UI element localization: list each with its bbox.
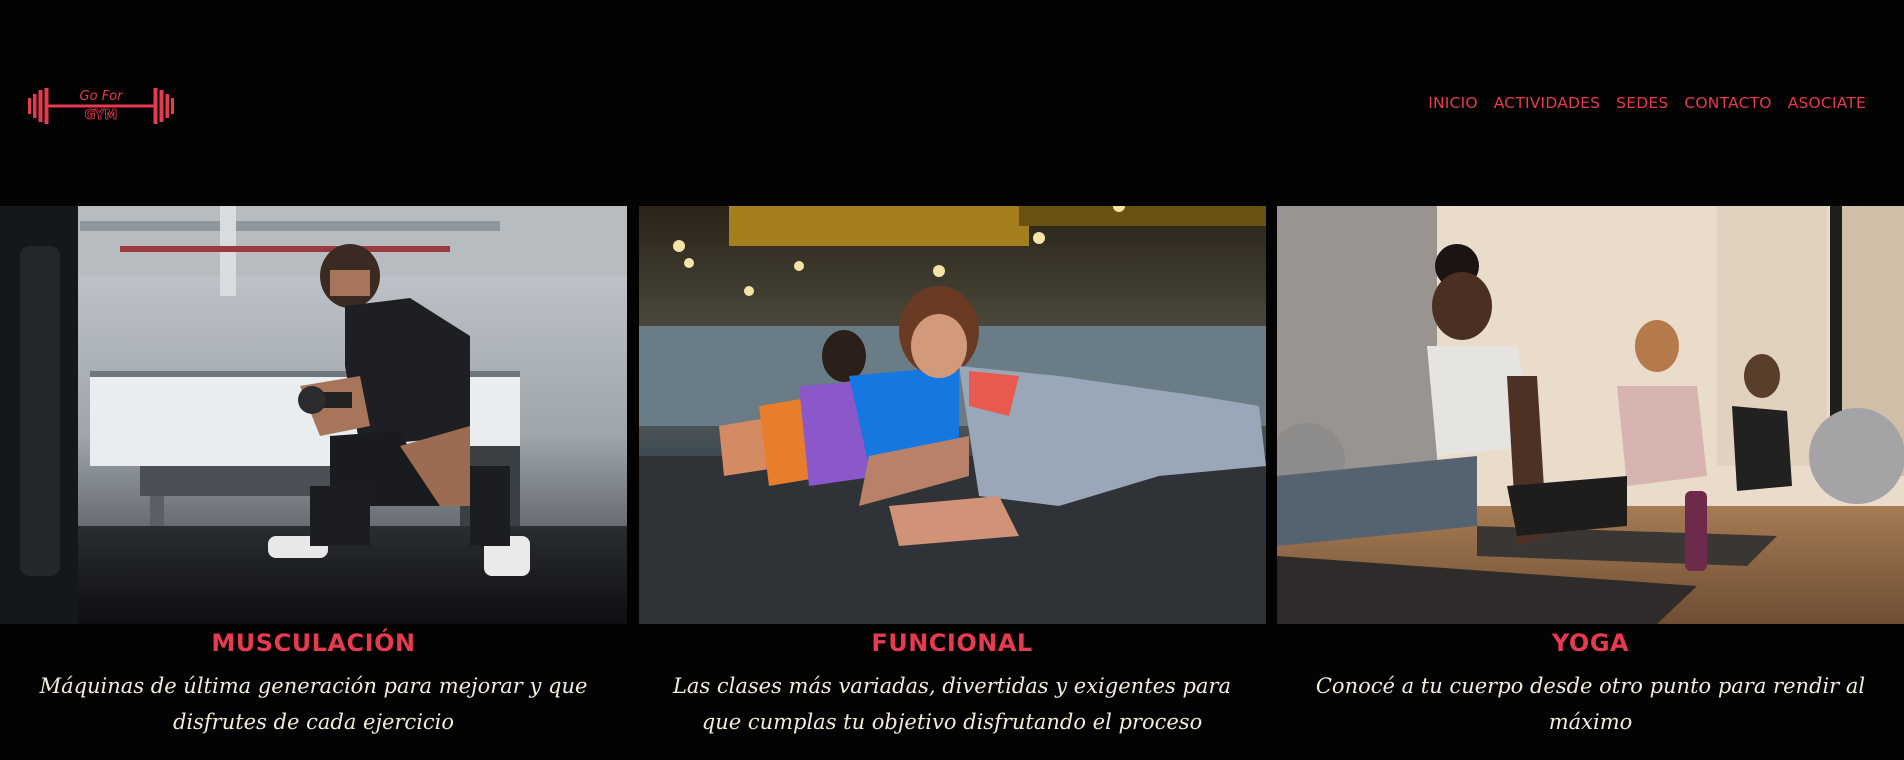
logo-text-line1: Go For (80, 89, 125, 104)
card-title: FUNCIONAL (871, 629, 1033, 657)
nav-item-asociate[interactable]: ASOCIATE (1788, 93, 1866, 113)
activity-card-yoga[interactable]: YOGA Conocé a tu cuerpo desde otro punto… (1277, 206, 1904, 760)
site-header: Go For GYM INICIO ACTIVIDADES SEDES CONT… (0, 0, 1904, 206)
card-title: MUSCULACIÓN (211, 629, 416, 657)
card-description: Conocé a tu cuerpo desde otro punto para… (1315, 674, 1866, 734)
gym-weights-photo (0, 206, 627, 624)
activities-section: MUSCULACIÓN Máquinas de última generació… (0, 206, 1904, 760)
yoga-class-photo (1277, 206, 1904, 624)
nav-item-sedes[interactable]: SEDES (1616, 93, 1668, 113)
nav-item-inicio[interactable]: INICIO (1428, 93, 1478, 113)
activity-card-musculacion[interactable]: MUSCULACIÓN Máquinas de última generació… (0, 206, 627, 760)
logo-link[interactable]: Go For GYM (28, 86, 174, 126)
functional-plank-class-photo (638, 206, 1266, 624)
barbell-logo-icon: Go For GYM (28, 88, 174, 124)
logo-text-line2: GYM (85, 108, 118, 123)
nav-item-contacto[interactable]: CONTACTO (1684, 93, 1771, 113)
card-description: Las clases más variadas, divertidas y ex… (672, 674, 1232, 734)
card-description: Máquinas de última generación para mejor… (39, 674, 588, 734)
nav-item-actividades[interactable]: ACTIVIDADES (1494, 93, 1600, 113)
main-nav: INICIO ACTIVIDADES SEDES CONTACTO ASOCIA… (1412, 93, 1866, 113)
activity-card-funcional[interactable]: FUNCIONAL Las clases más variadas, diver… (638, 206, 1266, 760)
card-title: YOGA (1551, 629, 1630, 657)
page: Go For GYM INICIO ACTIVIDADES SEDES CONT… (0, 0, 1904, 760)
